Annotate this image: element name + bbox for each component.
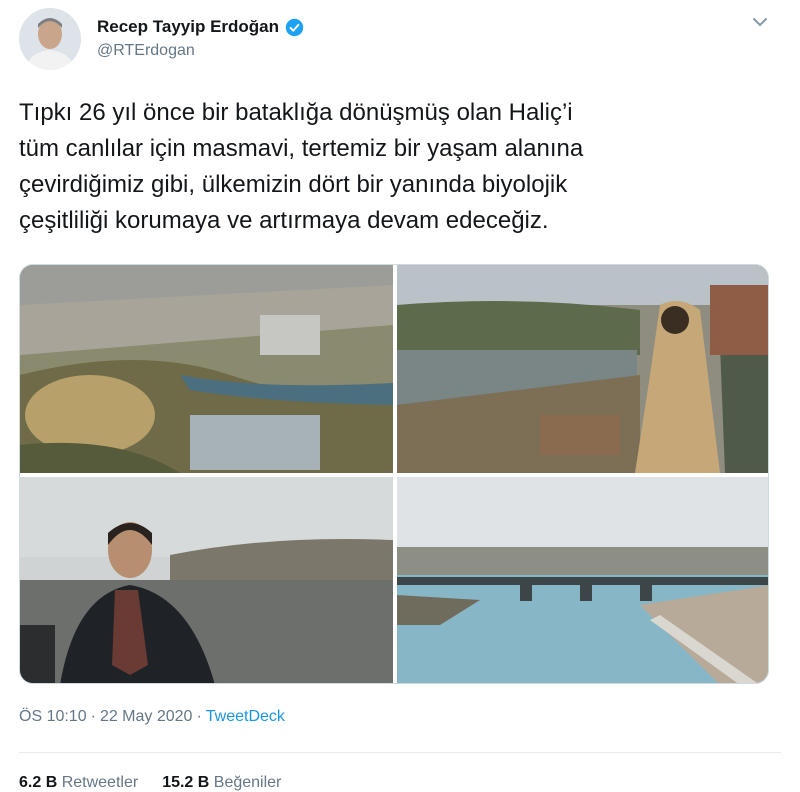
photo-golden-horn-bridge[interactable] [397,477,769,684]
tweet-stats: 6.2 B Retweetler 15.2 B Beğeniler [19,774,281,792]
tweet-text: Tıpkı 26 yıl önce bir bataklığa dönüşmüş… [19,95,779,239]
author-handle[interactable]: @RTErdogan [97,42,195,60]
photo-lake-overlook[interactable] [397,265,769,473]
photo-man-by-water[interactable] [20,477,393,684]
likes-count: 15.2 B [162,774,210,791]
likes-stat[interactable]: 15.2 B Beğeniler [162,774,281,791]
tweet-time[interactable]: ÖS 10:10 [19,708,87,725]
meta-separator: · [90,708,96,725]
tweet-text-line: tüm canlılar için masmavi, tertemiz bir … [19,135,584,162]
retweets-count: 6.2 B [19,774,58,791]
retweets-stat[interactable]: 6.2 B Retweetler [19,774,138,791]
tweet-source-app[interactable]: TweetDeck [206,708,285,725]
chevron-down-icon[interactable] [752,16,768,28]
retweets-label: Retweetler [61,774,139,791]
tweet-text-line: çevirdiğimiz gibi, ülkemizin dört bir ya… [19,171,568,198]
tweet-meta: ÖS 10:10 · 22 May 2020 · TweetDeck [19,708,285,726]
media-grid [19,264,769,684]
likes-label: Beğeniler [213,774,282,791]
tweet-text-line: Tıpkı 26 yıl önce bir bataklığa dönüşmüş… [19,99,573,126]
verified-badge-icon [285,18,304,36]
divider [19,752,781,753]
author-name-row[interactable]: Recep Tayyip Erdoğan [97,17,304,37]
meta-separator: · [196,708,202,725]
avatar[interactable] [19,8,81,70]
photo-aerial-wetland[interactable] [20,265,393,473]
tweet-date[interactable]: 22 May 2020 [100,708,193,725]
author-name[interactable]: Recep Tayyip Erdoğan [97,17,279,37]
tweet-text-line: çeşitliliği korumaya ve artırmaya devam … [19,207,549,234]
